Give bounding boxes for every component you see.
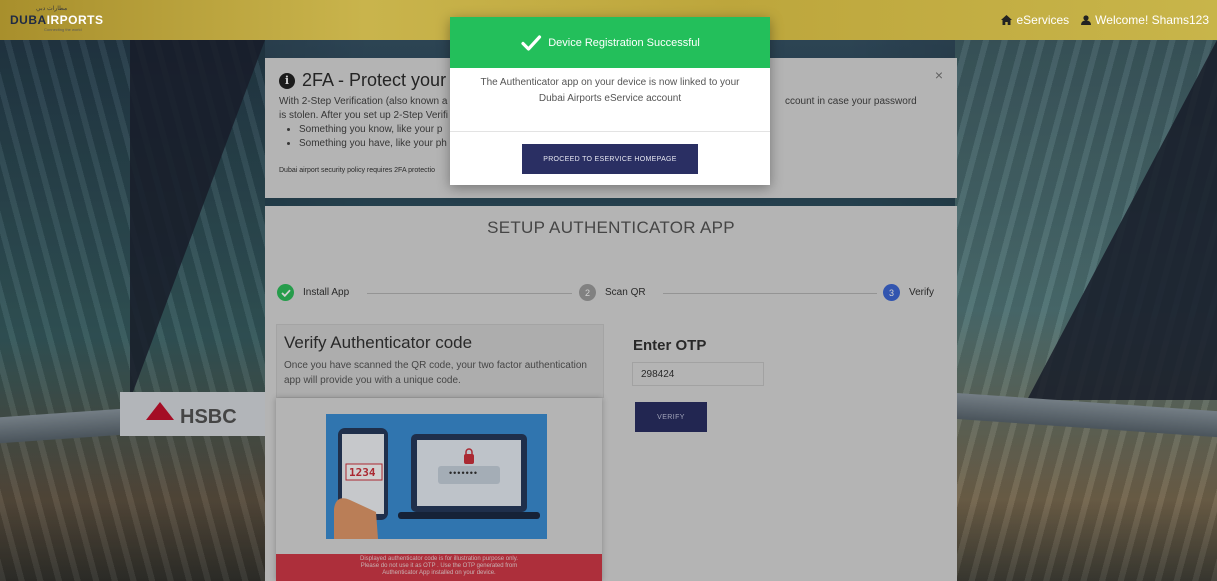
nav-user-welcome[interactable]: Welcome! Shams123	[1081, 13, 1209, 27]
logo-text: DUBAIRPORTS	[10, 13, 104, 27]
user-icon	[1081, 15, 1092, 25]
logo-tagline: Connecting the world	[44, 27, 82, 32]
nav-welcome-label: Welcome! Shams123	[1095, 13, 1209, 27]
proceed-to-homepage-button[interactable]: PROCEED TO ESERVICE HOMEPAGE	[522, 144, 698, 174]
logo-arabic-text: مطارات دبي	[36, 6, 68, 12]
logo-text-dubai: DUBA	[10, 13, 47, 27]
dubai-airports-logo[interactable]: مطارات دبي DUBAIRPORTS Connecting the wo…	[10, 6, 104, 32]
top-nav: eServices Welcome! Shams123	[1001, 13, 1209, 27]
modal-footer: PROCEED TO ESERVICE HOMEPAGE	[450, 132, 770, 184]
modal-message-line-1: The Authenticator app on your device is …	[480, 77, 740, 88]
modal-title: Device Registration Successful	[548, 36, 700, 49]
registration-success-modal: Device Registration Successful The Authe…	[450, 17, 770, 185]
logo-text-airports: IRPORTS	[46, 13, 104, 27]
nav-eservices-label: eServices	[1016, 13, 1070, 27]
modal-header: Device Registration Successful	[450, 17, 770, 68]
modal-body: The Authenticator app on your device is …	[450, 68, 770, 132]
nav-eservices[interactable]: eServices	[1001, 13, 1069, 27]
home-icon	[1001, 15, 1013, 25]
checkmark-icon	[521, 34, 542, 51]
modal-message-line-2: Dubai Airports eService account	[538, 93, 682, 104]
